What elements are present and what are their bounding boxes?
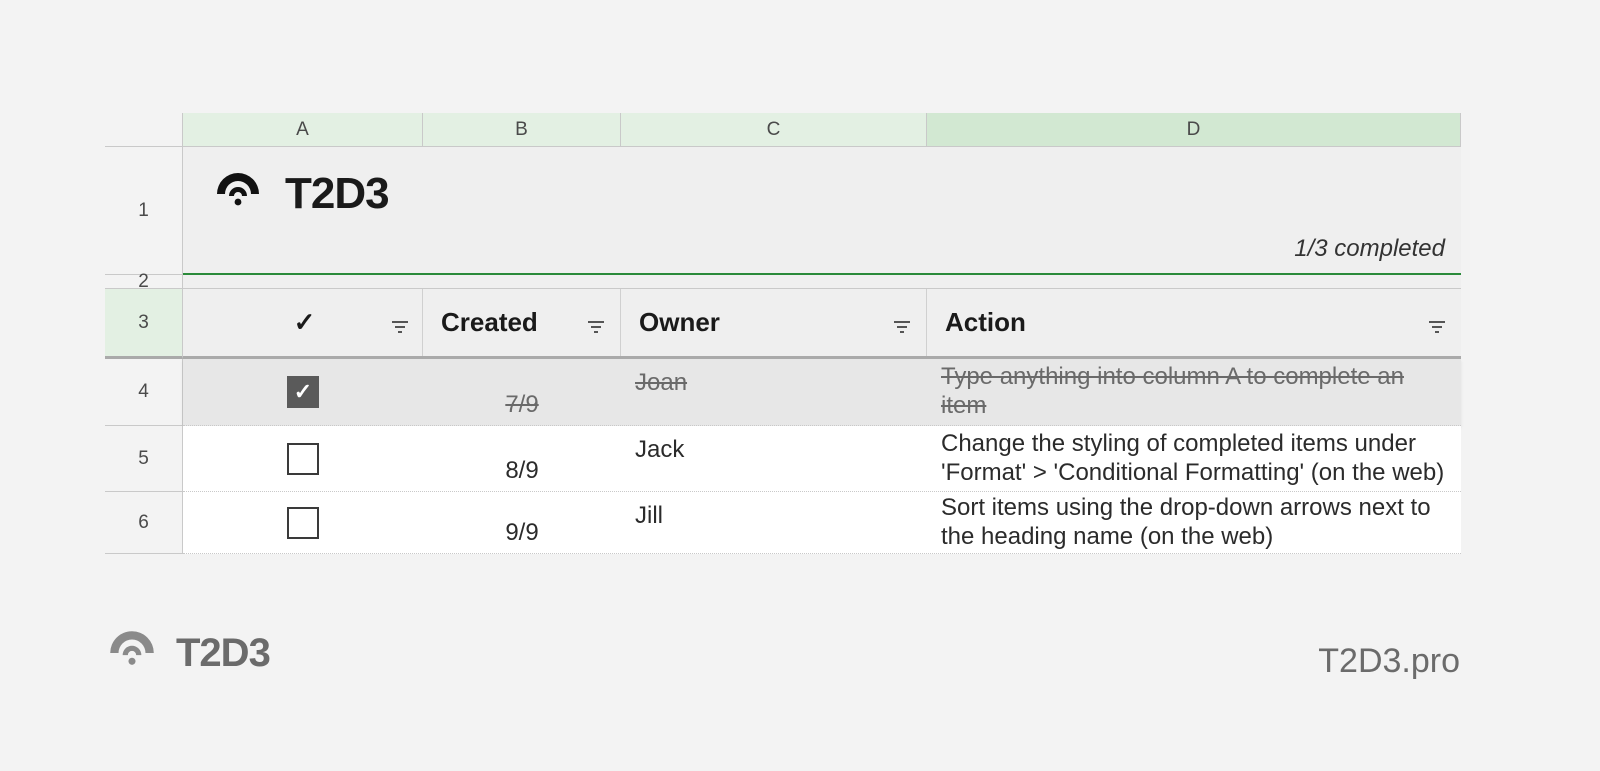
header-action-label: Action	[945, 307, 1026, 338]
row-3: 3 ✓ Created Owner Action	[105, 289, 1461, 359]
footer-url: T2D3.pro	[1318, 642, 1460, 681]
filter-icon[interactable]	[892, 313, 912, 333]
cell-owner[interactable]: Jack	[621, 426, 927, 491]
row-2-cells[interactable]	[183, 275, 1461, 289]
cell-created[interactable]: 8/9	[423, 426, 621, 491]
cell-action[interactable]: Change the styling of completed items un…	[927, 426, 1461, 491]
row-header-2[interactable]: 2	[105, 275, 183, 289]
brand: T2D3	[211, 167, 1433, 221]
column-header-B[interactable]: B	[423, 113, 621, 146]
completed-summary: 1/3 completed	[1294, 235, 1445, 263]
header-created-label: Created	[441, 307, 538, 338]
table-row: 9/9 Jill Sort items using the drop-down …	[183, 492, 1461, 554]
cell-action[interactable]: Type anything into column A to complete …	[927, 359, 1461, 425]
select-all-corner[interactable]	[105, 113, 183, 146]
brand-logo-icon	[104, 625, 160, 681]
header-created[interactable]: Created	[423, 289, 621, 356]
column-header-row: A B C D	[105, 113, 1461, 147]
checkbox-unchecked-icon[interactable]	[287, 507, 319, 539]
row-6: 6 9/9 Jill Sort items using the drop-dow…	[105, 492, 1461, 554]
checkbox-unchecked-icon[interactable]	[287, 443, 319, 475]
brand-name: T2D3	[285, 169, 389, 219]
row-5: 5 8/9 Jack Change the styling of complet…	[105, 426, 1461, 492]
column-header-A[interactable]: A	[183, 113, 423, 146]
brand-logo-icon	[211, 167, 265, 221]
cell-action[interactable]: Sort items using the drop-down arrows ne…	[927, 492, 1461, 553]
footer-brand-name: T2D3	[176, 631, 270, 676]
cell-owner[interactable]: Joan	[621, 359, 927, 425]
checkbox-checked-icon[interactable]	[287, 376, 319, 408]
footer-brand: T2D3	[104, 625, 270, 681]
row-4: 4 7/9 Joan Type anything into column A t…	[105, 359, 1461, 426]
cell-check[interactable]	[183, 426, 423, 491]
cell-check[interactable]	[183, 359, 423, 425]
header-check-label: ✓	[201, 307, 408, 338]
cell-check[interactable]	[183, 492, 423, 553]
row-2: 2	[105, 275, 1461, 289]
table-row: 8/9 Jack Change the styling of completed…	[183, 426, 1461, 492]
row-header-6[interactable]: 6	[105, 492, 183, 554]
cell-owner[interactable]: Jill	[621, 492, 927, 553]
header-check[interactable]: ✓	[183, 289, 423, 356]
column-header-C[interactable]: C	[621, 113, 927, 146]
spreadsheet: A B C D 1 T2D3 1/3 completed 2	[105, 113, 1461, 554]
header-owner[interactable]: Owner	[621, 289, 927, 356]
row-header-3[interactable]: 3	[105, 289, 183, 359]
filter-icon[interactable]	[390, 313, 410, 333]
filter-icon[interactable]	[1427, 313, 1447, 333]
table-header-row: ✓ Created Owner Action	[183, 289, 1461, 359]
row-header-4[interactable]: 4	[105, 359, 183, 426]
cell-created[interactable]: 9/9	[423, 492, 621, 553]
cell-created[interactable]: 7/9	[423, 359, 621, 425]
header-owner-label: Owner	[639, 307, 720, 338]
row-1: 1 T2D3 1/3 completed	[105, 147, 1461, 275]
filter-icon[interactable]	[586, 313, 606, 333]
row-header-5[interactable]: 5	[105, 426, 183, 492]
sheet-title-area[interactable]: T2D3 1/3 completed	[183, 147, 1461, 275]
row-header-1[interactable]: 1	[105, 147, 183, 275]
column-header-D[interactable]: D	[927, 113, 1461, 146]
table-row: 7/9 Joan Type anything into column A to …	[183, 359, 1461, 426]
header-action[interactable]: Action	[927, 289, 1461, 356]
